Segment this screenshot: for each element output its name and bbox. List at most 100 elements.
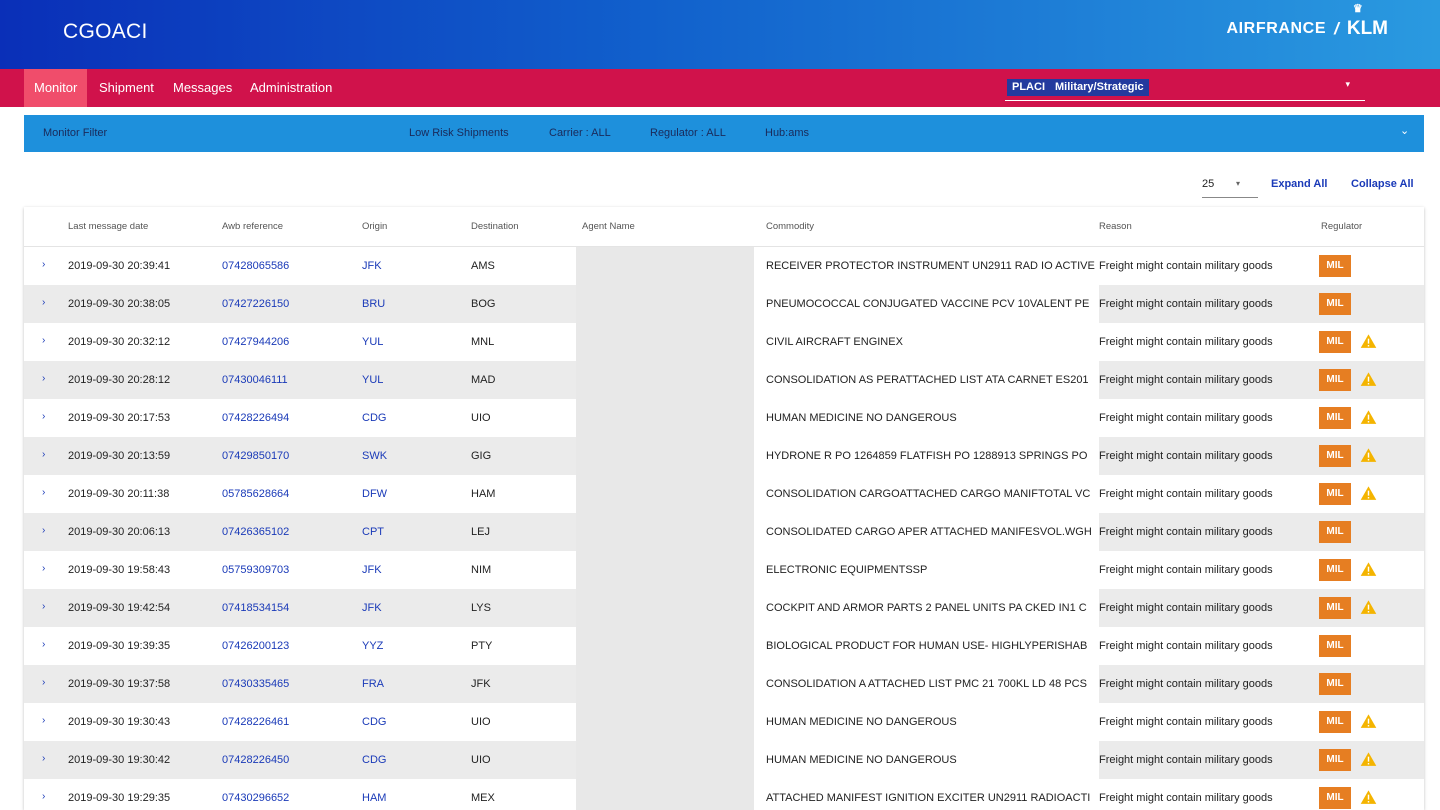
warning-icon[interactable]: [1360, 713, 1377, 730]
cell-awb-link[interactable]: 07428226461: [222, 703, 289, 741]
mil-badge[interactable]: MIL: [1319, 673, 1351, 695]
expand-row-icon[interactable]: ›: [42, 475, 45, 511]
cell-awb-link[interactable]: 07428226450: [222, 741, 289, 779]
cell-awb-link[interactable]: 07426200123: [222, 627, 289, 665]
cell-awb-link[interactable]: 07427944206: [222, 323, 289, 361]
table-row[interactable]: › 2019-09-30 20:39:41 07428065586 JFK AMS REC…: [24, 247, 1424, 285]
warning-icon[interactable]: [1360, 561, 1377, 578]
filter-chip-military[interactable]: Military/Strategic: [1050, 79, 1149, 96]
cell-origin[interactable]: CDG: [362, 703, 386, 741]
warning-icon[interactable]: [1360, 371, 1377, 388]
mil-badge[interactable]: MIL: [1319, 407, 1351, 429]
cell-awb-link[interactable]: 07430335465: [222, 665, 289, 703]
expand-row-icon[interactable]: ›: [42, 285, 45, 321]
mil-badge[interactable]: MIL: [1319, 597, 1351, 619]
nav-messages[interactable]: Messages: [163, 69, 242, 107]
mil-badge[interactable]: MIL: [1319, 255, 1351, 277]
col-last-message-date[interactable]: Last message date: [68, 207, 148, 247]
nav-administration[interactable]: Administration: [240, 69, 342, 107]
expand-row-icon[interactable]: ›: [42, 551, 45, 587]
cell-origin[interactable]: YUL: [362, 323, 383, 361]
expand-row-icon[interactable]: ›: [42, 589, 45, 625]
warning-icon[interactable]: [1360, 409, 1377, 426]
expand-row-icon[interactable]: ›: [42, 513, 45, 549]
expand-all-button[interactable]: Expand All: [1271, 178, 1327, 198]
cell-awb-link[interactable]: 07427226150: [222, 285, 289, 323]
mil-badge[interactable]: MIL: [1319, 559, 1351, 581]
col-awb-reference[interactable]: Awb reference: [222, 207, 283, 247]
collapse-all-button[interactable]: Collapse All: [1351, 178, 1414, 198]
expand-row-icon[interactable]: ›: [42, 361, 45, 397]
col-destination[interactable]: Destination: [471, 207, 519, 247]
expand-row-icon[interactable]: ›: [42, 703, 45, 739]
cell-awb-link[interactable]: 07428226494: [222, 399, 289, 437]
chevron-down-icon[interactable]: ⌄: [1400, 126, 1409, 137]
table-row[interactable]: › 2019-09-30 19:42:54 07418534154 JFK LYS COC…: [24, 589, 1424, 627]
table-row[interactable]: › 2019-09-30 20:13:59 07429850170 SWK GIG HYD…: [24, 437, 1424, 475]
table-row[interactable]: › 2019-09-30 19:37:58 07430335465 FRA JFK CON…: [24, 665, 1424, 703]
mil-badge[interactable]: MIL: [1319, 293, 1351, 315]
nav-shipment[interactable]: Shipment: [89, 69, 164, 107]
cell-awb-link[interactable]: 07428065586: [222, 247, 289, 285]
cell-awb-link[interactable]: 07430046111: [222, 361, 288, 399]
warning-icon[interactable]: [1360, 599, 1377, 616]
expand-row-icon[interactable]: ›: [42, 779, 45, 810]
mil-badge[interactable]: MIL: [1319, 445, 1351, 467]
mil-badge[interactable]: MIL: [1319, 787, 1351, 809]
cell-origin[interactable]: YYZ: [362, 627, 383, 665]
cell-origin[interactable]: DFW: [362, 475, 387, 513]
col-commodity[interactable]: Commodity: [766, 207, 814, 247]
expand-row-icon[interactable]: ›: [42, 627, 45, 663]
cell-awb-link[interactable]: 07426365102: [222, 513, 289, 551]
cell-origin[interactable]: CDG: [362, 741, 386, 779]
cell-awb-link[interactable]: 07429850170: [222, 437, 289, 475]
warning-icon[interactable]: [1360, 485, 1377, 502]
cell-awb-link[interactable]: 07430296652: [222, 779, 289, 810]
cell-origin[interactable]: SWK: [362, 437, 387, 475]
table-row[interactable]: › 2019-09-30 20:28:12 07430046111 YUL MAD CON…: [24, 361, 1424, 399]
warning-icon[interactable]: [1360, 333, 1377, 350]
table-row[interactable]: › 2019-09-30 19:58:43 05759309703 JFK NIM ELE…: [24, 551, 1424, 589]
cell-origin[interactable]: BRU: [362, 285, 385, 323]
table-row[interactable]: › 2019-09-30 20:06:13 07426365102 CPT LEJ CON…: [24, 513, 1424, 551]
table-row[interactable]: › 2019-09-30 19:30:43 07428226461 CDG UIO HUM…: [24, 703, 1424, 741]
mil-badge[interactable]: MIL: [1319, 331, 1351, 353]
mil-badge[interactable]: MIL: [1319, 521, 1351, 543]
cell-origin[interactable]: HAM: [362, 779, 386, 810]
cell-awb-link[interactable]: 05785628664: [222, 475, 289, 513]
expand-row-icon[interactable]: ›: [42, 247, 45, 283]
cell-origin[interactable]: CDG: [362, 399, 386, 437]
expand-row-icon[interactable]: ›: [42, 741, 45, 777]
mil-badge[interactable]: MIL: [1319, 635, 1351, 657]
col-origin[interactable]: Origin: [362, 207, 387, 247]
table-row[interactable]: › 2019-09-30 19:30:42 07428226450 CDG UIO HUM…: [24, 741, 1424, 779]
warning-icon[interactable]: [1360, 751, 1377, 768]
cell-origin[interactable]: JFK: [362, 551, 382, 589]
warning-icon[interactable]: [1360, 789, 1377, 806]
cell-origin[interactable]: YUL: [362, 361, 383, 399]
expand-row-icon[interactable]: ›: [42, 437, 45, 473]
cell-origin[interactable]: JFK: [362, 589, 382, 627]
table-row[interactable]: › 2019-09-30 20:38:05 07427226150 BRU BOG PNE…: [24, 285, 1424, 323]
filter-chip-placi[interactable]: PLACI: [1007, 79, 1050, 96]
col-reason[interactable]: Reason: [1099, 207, 1132, 247]
chevron-down-icon[interactable]: ▾: [1345, 79, 1350, 90]
monitor-filter-bar[interactable]: Monitor Filter Low Risk Shipments Carrie…: [24, 115, 1424, 152]
cell-awb-link[interactable]: 07418534154: [222, 589, 289, 627]
page-size-select[interactable]: 25 ▾: [1202, 178, 1258, 198]
table-row[interactable]: › 2019-09-30 20:32:12 07427944206 YUL MNL CIV…: [24, 323, 1424, 361]
warning-icon[interactable]: [1360, 447, 1377, 464]
col-regulator[interactable]: Regulator: [1321, 207, 1362, 247]
expand-row-icon[interactable]: ›: [42, 665, 45, 701]
mil-badge[interactable]: MIL: [1319, 483, 1351, 505]
cell-origin[interactable]: CPT: [362, 513, 384, 551]
category-filter-select[interactable]: PLACI Military/Strategic ▾: [1005, 77, 1365, 101]
table-row[interactable]: › 2019-09-30 20:11:38 05785628664 DFW HAM CON…: [24, 475, 1424, 513]
expand-row-icon[interactable]: ›: [42, 399, 45, 435]
nav-monitor[interactable]: Monitor: [24, 69, 88, 107]
expand-row-icon[interactable]: ›: [42, 323, 45, 359]
mil-badge[interactable]: MIL: [1319, 711, 1351, 733]
cell-awb-link[interactable]: 05759309703: [222, 551, 289, 589]
table-row[interactable]: › 2019-09-30 19:39:35 07426200123 YYZ PTY BIO…: [24, 627, 1424, 665]
cell-origin[interactable]: FRA: [362, 665, 384, 703]
